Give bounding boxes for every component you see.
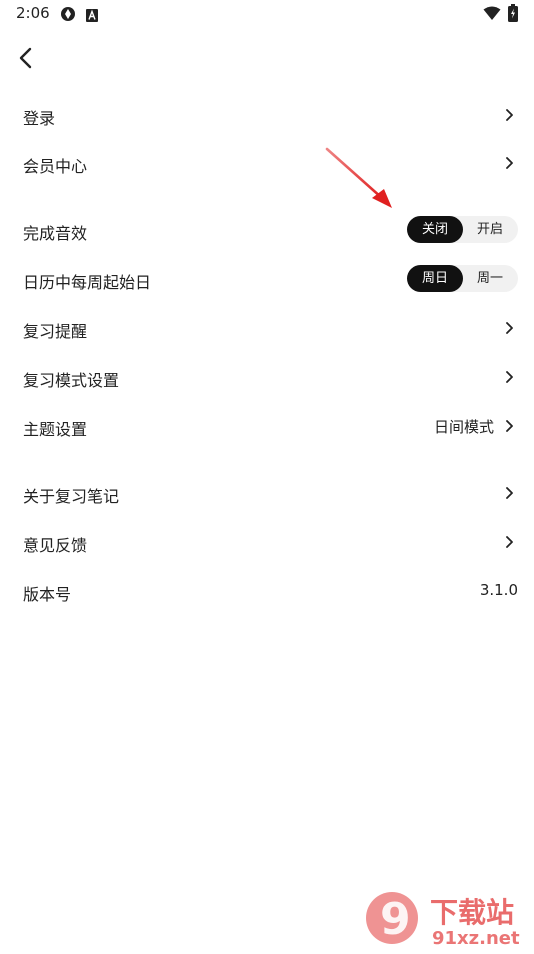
about-row[interactable]: 关于复习笔记 <box>0 473 534 513</box>
week-start-toggle[interactable]: 周日 周一 <box>407 265 518 292</box>
monday-option[interactable]: 周一 <box>462 265 518 292</box>
version-row: 版本号 3.1.0 <box>0 571 534 611</box>
week-start-label: 日历中每周起始日 <box>23 273 152 292</box>
review-reminder-row[interactable]: 复习提醒 <box>0 308 534 348</box>
sunday-option[interactable]: 周日 <box>407 265 463 292</box>
chevron-left-icon <box>19 47 32 69</box>
feedback-row[interactable]: 意见反馈 <box>0 522 534 562</box>
login-label: 登录 <box>23 109 56 128</box>
chevron-right-icon <box>506 536 513 548</box>
feedback-label: 意见反馈 <box>23 536 88 555</box>
status-bar: 2:06 <box>0 0 534 28</box>
theme-value: 日间模式 <box>433 418 494 436</box>
sound-off-option[interactable]: 关闭 <box>407 216 463 243</box>
theme-settings-row[interactable]: 主题设置 日间模式 <box>0 406 534 446</box>
wifi-icon <box>483 6 501 25</box>
review-mode-settings-row[interactable]: 复习模式设置 <box>0 357 534 397</box>
sound-on-option[interactable]: 开启 <box>462 216 518 243</box>
watermark-logo: 9 下载站 91xz.net <box>360 888 534 950</box>
watermark-main-text: 下载站 <box>430 896 514 929</box>
member-center-label: 会员中心 <box>23 157 88 176</box>
chevron-right-icon <box>506 157 513 169</box>
chevron-right-icon <box>506 322 513 334</box>
chevron-right-icon <box>506 487 513 499</box>
battery-icon <box>508 4 518 26</box>
chevron-right-icon <box>506 420 513 432</box>
completion-sound-toggle[interactable]: 关闭 开启 <box>407 216 518 243</box>
completion-sound-row: 完成音效 关闭 开启 <box>0 210 534 250</box>
review-reminder-label: 复习提醒 <box>23 322 88 341</box>
theme-settings-label: 主题设置 <box>23 420 88 439</box>
back-button[interactable] <box>14 44 40 72</box>
version-label: 版本号 <box>23 585 72 604</box>
about-label: 关于复习笔记 <box>23 487 120 506</box>
review-mode-settings-label: 复习模式设置 <box>23 371 120 390</box>
login-row[interactable]: 登录 <box>0 95 534 135</box>
member-center-row[interactable]: 会员中心 <box>0 143 534 183</box>
watermark-url-text: 91xz.net <box>432 928 520 949</box>
annotation-arrow-icon <box>325 147 392 208</box>
watermark-logo-number: 9 <box>380 894 411 945</box>
chevron-right-icon <box>506 109 513 121</box>
version-value: 3.1.0 <box>479 581 518 599</box>
completion-sound-label: 完成音效 <box>23 224 88 243</box>
a-icon <box>86 7 98 26</box>
week-start-row: 日历中每周起始日 周日 周一 <box>0 259 534 299</box>
status-time: 2:06 <box>16 4 50 22</box>
chevron-right-icon <box>506 371 513 383</box>
photo-icon <box>60 6 76 26</box>
